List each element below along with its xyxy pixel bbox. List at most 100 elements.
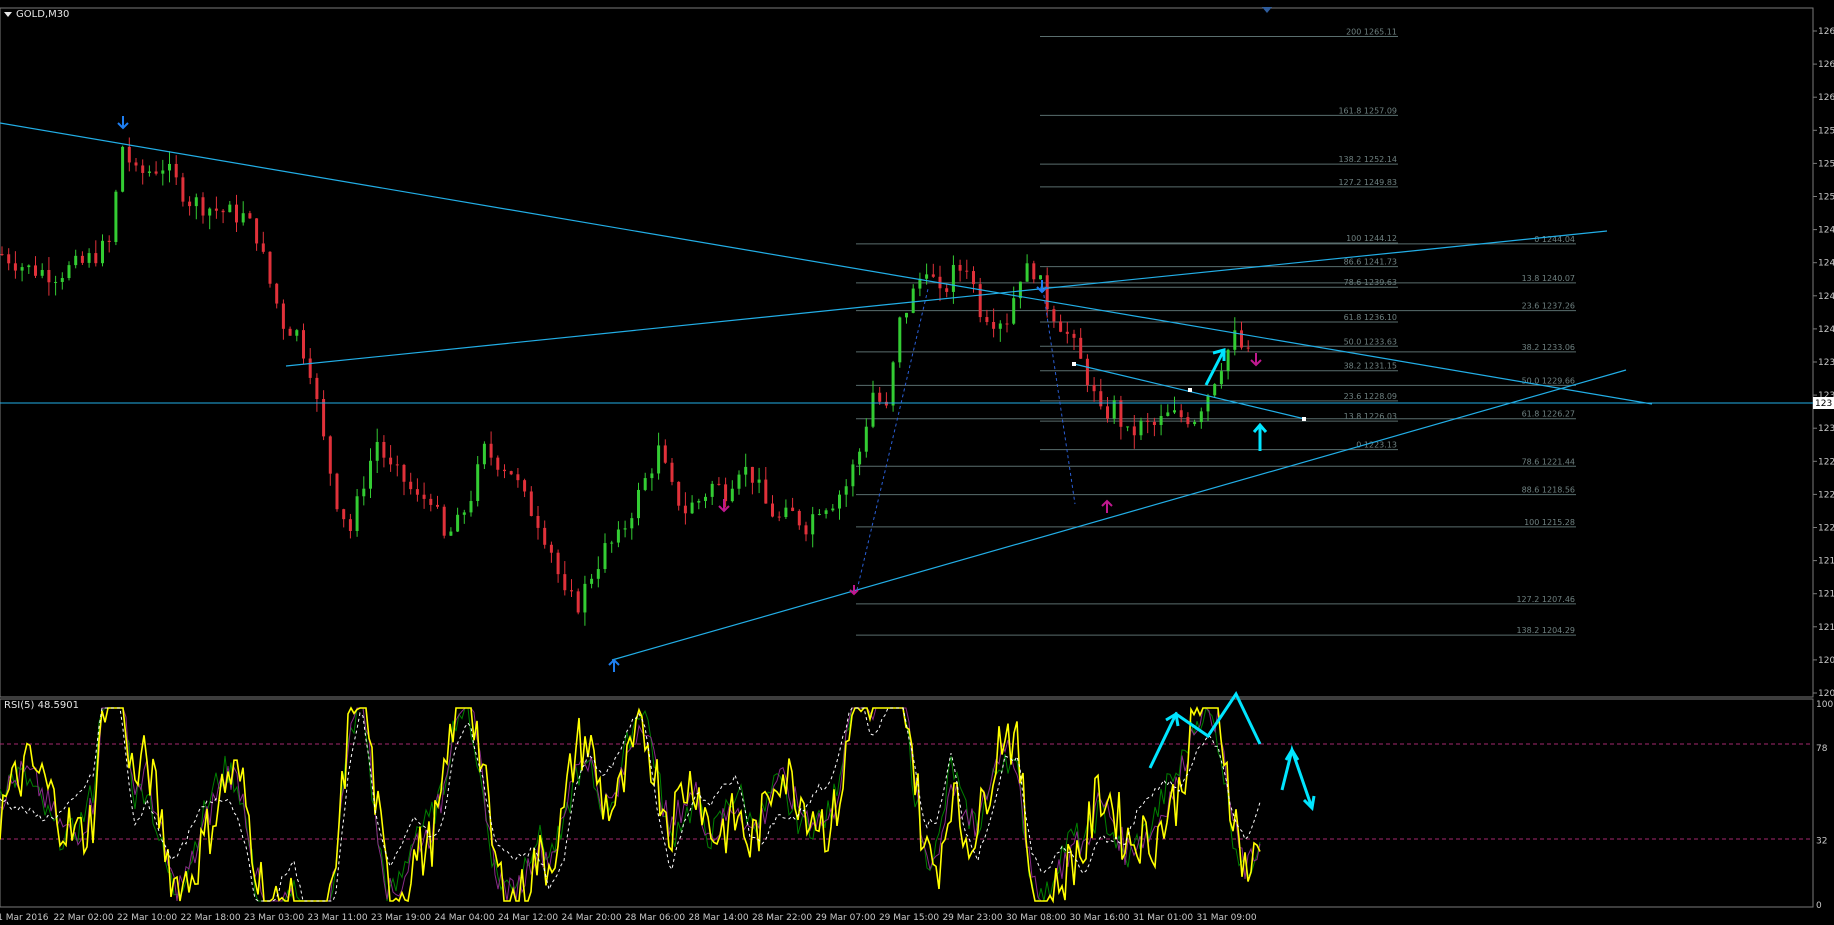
trendline-handle[interactable]	[1188, 388, 1192, 392]
candle-body	[67, 265, 71, 279]
symbol-title[interactable]: GOLD,M30	[4, 9, 69, 20]
price-axis: 126 126 126 125 125 125 124 124 124 124 123 123 123 1…	[1813, 27, 1834, 699]
candle-body	[992, 321, 996, 329]
candle-body	[27, 265, 31, 268]
trendline-handle[interactable]	[1072, 362, 1076, 366]
trendlines-group[interactable]	[0, 122, 1813, 661]
time-axis-label: 31 Mar 01:00	[1133, 913, 1193, 923]
candle-body	[188, 201, 192, 207]
price-axis-label: 124	[1818, 226, 1834, 236]
rsi-panel-frame	[0, 698, 1814, 908]
candle-body	[13, 263, 17, 271]
price-axis-label: 121	[1818, 590, 1834, 600]
candle-body	[905, 312, 908, 318]
time-axis-label: 23 Mar 19:00	[371, 913, 431, 923]
time-axis-label: 29 Mar 15:00	[879, 913, 939, 923]
candle-body	[603, 543, 607, 570]
candle-body	[864, 426, 868, 452]
drawn-zigzag[interactable]	[1148, 690, 1262, 769]
candle-body	[931, 274, 935, 277]
drawn-up-arrow-icon[interactable]	[1252, 422, 1268, 451]
fibo-level-label: 86.6 1241.73	[1344, 258, 1397, 267]
price-axis-label: 120	[1818, 656, 1834, 666]
candle-body	[47, 269, 51, 283]
price-axis-label: 124	[1818, 325, 1834, 335]
price-chart-canvas[interactable]: 200 1265.11 161.8 1257.09 138.2 1252.14 127…	[0, 0, 1834, 925]
candle-body	[409, 481, 413, 490]
rsi-main-line	[0, 705, 1261, 904]
candle-body	[422, 494, 426, 499]
price-axis-label: 122	[1818, 524, 1834, 534]
candle-body	[1072, 333, 1076, 338]
down-arrow-icon	[117, 116, 129, 130]
candle-body	[1240, 330, 1243, 348]
candle-body	[858, 451, 862, 465]
fibo-secondary-levels[interactable]: 0 1244.0413.8 1240.0723.6 1237.2638.2 12…	[856, 235, 1576, 636]
candle-body	[1132, 426, 1136, 436]
fibo-level-label: 138.2 1252.14	[1338, 155, 1397, 164]
candle-body	[449, 531, 453, 536]
candle-body	[355, 496, 359, 531]
time-axis-label: 28 Mar 06:00	[625, 913, 685, 923]
candle-body	[804, 525, 808, 535]
candle-body	[1246, 347, 1250, 349]
candle-body	[1199, 411, 1203, 423]
price-axis-label: 126	[1818, 27, 1834, 37]
candle-body	[998, 323, 1002, 329]
candle-body	[556, 552, 560, 575]
candle-body	[543, 527, 547, 545]
candle-body	[436, 504, 439, 507]
candle-body	[1059, 321, 1063, 332]
rsi-title: RSI(5) 48.5901	[4, 700, 79, 711]
candle-body	[536, 515, 540, 528]
rsi-axis-label: 32	[1816, 837, 1827, 847]
candle-body	[456, 514, 460, 532]
candle-body	[945, 288, 949, 292]
candle-body	[80, 255, 84, 263]
candle-body	[824, 510, 828, 514]
candle-body	[951, 264, 955, 292]
candle-body	[1146, 420, 1150, 422]
candle-body	[1213, 384, 1217, 396]
candle-body	[328, 436, 332, 474]
price-axis-label: 125	[1818, 126, 1834, 136]
candle-body	[415, 489, 419, 495]
candle-body	[101, 240, 104, 264]
candle-body	[34, 265, 37, 276]
time-axis-label: 30 Mar 08:00	[1006, 913, 1066, 923]
candle-body	[161, 170, 165, 174]
candle-body	[529, 491, 533, 516]
candle-body	[503, 469, 506, 472]
candle-body	[791, 507, 795, 511]
fibo-level-label: 23.6 1228.09	[1344, 392, 1397, 401]
trendline-upper-channel[interactable]	[285, 230, 1608, 367]
fibo-level-label: 78.6 1221.44	[1522, 457, 1575, 466]
candle-body	[764, 479, 768, 504]
candle-body	[898, 317, 902, 363]
candle-body	[402, 464, 406, 482]
candle-body	[831, 508, 835, 511]
candle-body	[1186, 417, 1190, 425]
candle-body	[891, 362, 895, 406]
dropdown-triangle-icon[interactable]	[4, 11, 12, 17]
time-axis-label: 24 Mar 12:00	[498, 913, 558, 923]
candle-body	[429, 498, 433, 505]
candle-body	[1119, 400, 1123, 427]
candle-body	[844, 486, 848, 495]
trendline-ascending-support[interactable]	[611, 369, 1627, 661]
scroll-marker-icon[interactable]	[1262, 7, 1272, 13]
up-arrow-icon	[1101, 499, 1113, 513]
candle-body	[1032, 263, 1036, 280]
candle-body	[583, 583, 587, 613]
candle-body	[509, 471, 513, 475]
candle-body	[261, 243, 265, 252]
trendline-handle[interactable]	[1302, 417, 1306, 421]
candle-body	[1052, 309, 1056, 322]
candle-body	[965, 270, 969, 272]
fibo-level-label: 23.6 1237.26	[1522, 302, 1575, 311]
trendline-descending[interactable]	[0, 122, 1653, 405]
rsi-axis-label: 0	[1816, 901, 1822, 911]
chart-window[interactable]: 200 1265.11 161.8 1257.09 138.2 1252.14 127…	[0, 0, 1834, 925]
candle-body	[1152, 421, 1156, 425]
fibo-anchor-line-2[interactable]	[1042, 288, 1076, 505]
